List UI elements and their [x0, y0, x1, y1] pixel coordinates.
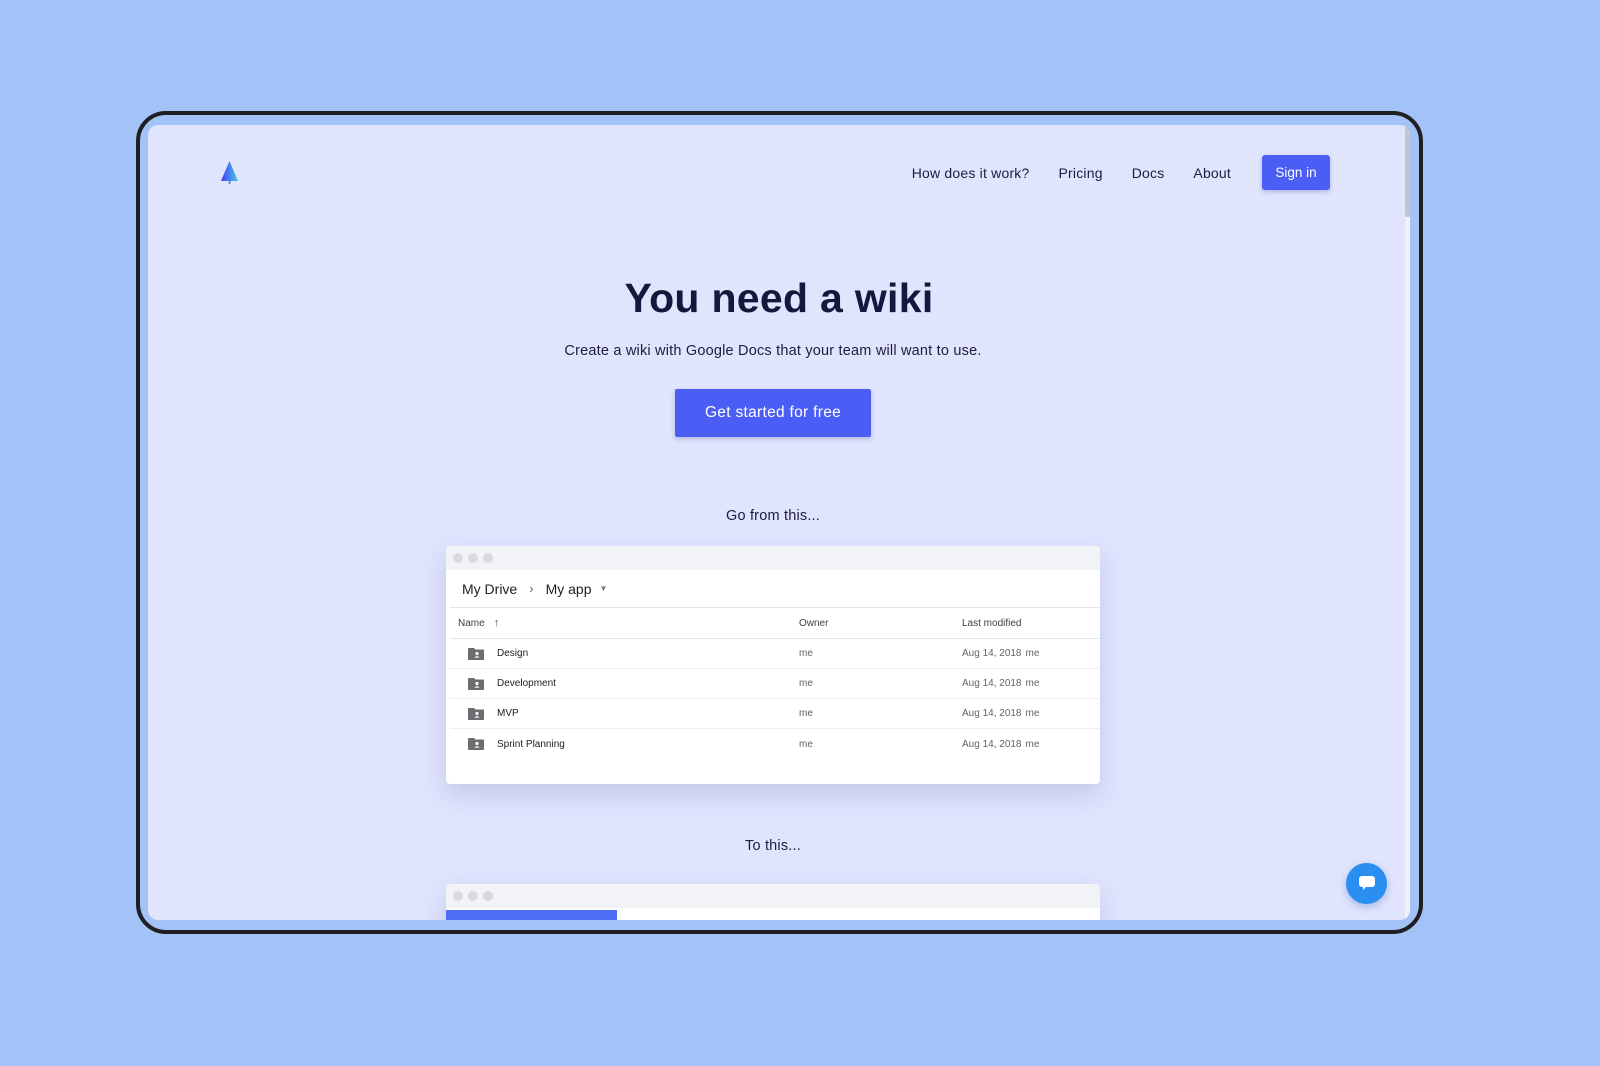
column-name-label: Name — [458, 617, 485, 629]
shared-folder-icon — [468, 738, 484, 750]
wiki-sidebar-header — [446, 910, 617, 920]
table-row: Design me Aug 14, 2018 me — [450, 639, 1100, 669]
row-name: MVP — [497, 708, 519, 719]
row-owner: me — [799, 648, 813, 659]
row-modified-by: me — [1025, 738, 1040, 750]
row-modified-by: me — [1025, 708, 1040, 719]
page-scrollbar[interactable] — [1405, 125, 1410, 920]
nav-about[interactable]: About — [1193, 165, 1231, 181]
table-header: Name ↑ Owner Last modified — [450, 608, 1100, 639]
window-dot — [468, 891, 478, 901]
get-started-button[interactable]: Get started for free — [675, 389, 871, 437]
breadcrumb-my-drive: My Drive — [462, 580, 518, 597]
nav-how-it-works[interactable]: How does it work? — [912, 165, 1030, 181]
window-dot — [483, 891, 493, 901]
nav-pricing[interactable]: Pricing — [1059, 165, 1103, 181]
drive-breadcrumb: My Drive › My app ▼ — [450, 570, 1100, 608]
window-dot — [453, 891, 463, 901]
row-owner: me — [799, 738, 813, 750]
chevron-right-icon: › — [529, 581, 534, 596]
row-name: Sprint Planning — [497, 738, 565, 750]
go-from-this-label: Go from this... — [725, 508, 821, 524]
sign-in-button[interactable]: Sign in — [1262, 155, 1330, 190]
shared-folder-icon — [468, 647, 484, 660]
breadcrumb-my-app: My app — [545, 580, 592, 597]
arrow-up-icon: ↑ — [493, 617, 500, 629]
table-row: MVP me Aug 14, 2018 me — [450, 699, 1100, 729]
to-this-label: To this... — [745, 838, 801, 854]
column-owner: Owner — [799, 617, 829, 629]
row-owner: me — [799, 708, 813, 719]
hero-title: You need a wiki — [624, 275, 934, 321]
drive-mock-window: My Drive › My app ▼ Name ↑ Owner Last mo… — [446, 546, 1100, 784]
row-modified: Aug 14, 2018 — [962, 648, 1022, 659]
row-modified-by: me — [1025, 678, 1040, 689]
window-dot — [483, 553, 493, 563]
column-last-modified: Last modified — [962, 617, 1022, 629]
row-modified: Aug 14, 2018 — [962, 738, 1022, 750]
table-body: Design me Aug 14, 2018me Development me — [446, 639, 1100, 759]
window-dot — [468, 553, 478, 563]
mock-titlebar — [446, 884, 1100, 908]
row-name: Development — [497, 678, 556, 689]
tree-logo-icon[interactable] — [220, 161, 239, 185]
shared-folder-icon — [468, 677, 484, 690]
nav-docs[interactable]: Docs — [1132, 165, 1165, 181]
main-nav: How does it work? Pricing Docs About Sig… — [912, 155, 1330, 190]
chat-bubble-icon — [1358, 876, 1375, 890]
table-row: Development me Aug 14, 2018 me — [450, 669, 1100, 699]
scrollbar-thumb[interactable] — [1405, 125, 1410, 217]
web-page: How does it work? Pricing Docs About Sig… — [148, 125, 1410, 920]
window-dot — [453, 553, 463, 563]
mock-titlebar — [446, 546, 1100, 570]
wiki-mock-window — [446, 884, 1100, 920]
row-modified-by: me — [1025, 648, 1040, 659]
chat-launcher-button[interactable] — [1346, 863, 1387, 904]
row-name: Design — [497, 648, 529, 659]
caret-down-icon: ▼ — [599, 584, 608, 593]
hero-subtitle: Create a wiki with Google Docs that your… — [564, 343, 982, 359]
table-row: Sprint Planning me Aug 14, 2018 me — [450, 729, 1100, 759]
shared-folder-icon — [468, 707, 484, 720]
column-name: Name ↑ — [450, 617, 799, 629]
row-owner: me — [799, 678, 813, 689]
row-modified: Aug 14, 2018 — [962, 708, 1022, 719]
row-modified: Aug 14, 2018 — [962, 678, 1022, 689]
